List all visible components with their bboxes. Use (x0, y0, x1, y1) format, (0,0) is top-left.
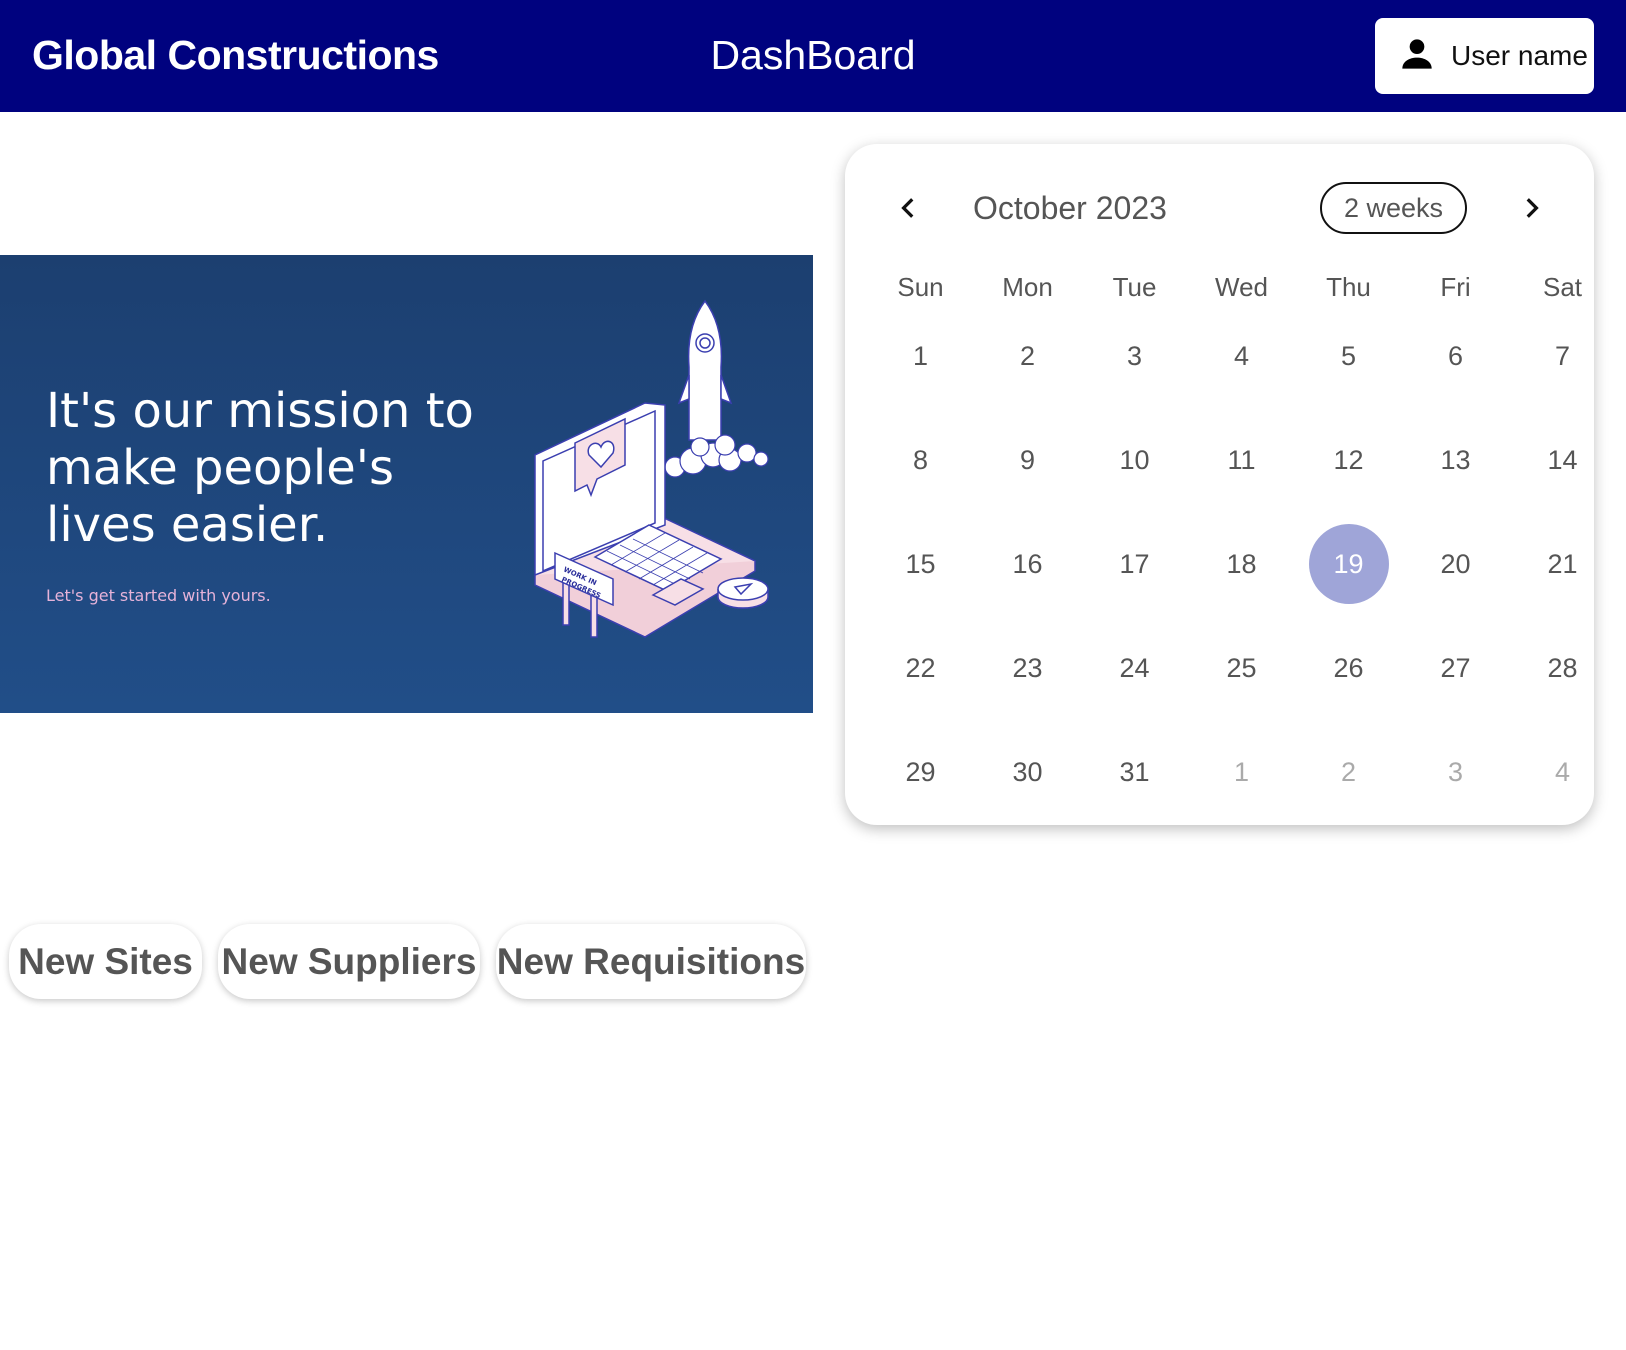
calendar-day[interactable]: 30 (988, 732, 1068, 812)
weekday-header: Tue (1112, 272, 1157, 302)
next-month-button[interactable] (1511, 188, 1551, 228)
calendar-day[interactable]: 5 (1309, 316, 1389, 396)
weekday-header: Thu (1326, 272, 1371, 302)
calendar-day[interactable]: 17 (1095, 524, 1175, 604)
new-suppliers-button[interactable]: New Suppliers (218, 924, 480, 999)
calendar-month-title: October 2023 (973, 190, 1167, 226)
calendar-day[interactable]: 21 (1523, 524, 1603, 604)
calendar-day[interactable]: 29 (881, 732, 961, 812)
weekday-header: Fri (1440, 272, 1471, 302)
calendar-day[interactable]: 13 (1416, 420, 1496, 500)
calendar-day[interactable]: 9 (988, 420, 1068, 500)
weekday-header: Wed (1215, 272, 1268, 302)
app-bar: Global Constructions DashBoard User name (0, 0, 1626, 112)
calendar-day[interactable]: 7 (1523, 316, 1603, 396)
user-button[interactable]: User name (1375, 18, 1594, 94)
laptop-rocket-illustration: WORK IN PROGRESS (533, 299, 769, 638)
previous-month-button[interactable] (889, 188, 929, 228)
banner-headline: It's our mission to make people's lives … (46, 383, 474, 553)
new-sites-button[interactable]: New Sites (9, 924, 202, 999)
person-icon (1395, 32, 1439, 81)
calendar-day[interactable]: 8 (881, 420, 961, 500)
calendar-day[interactable]: 10 (1095, 420, 1175, 500)
rocket-icon (677, 299, 733, 441)
calendar-day[interactable]: 1 (881, 316, 961, 396)
calendar-day[interactable]: 2 (988, 316, 1068, 396)
mission-banner: It's our mission to make people's lives … (0, 255, 813, 713)
calendar: October 2023 2 weeks Sun Mon Tue Wed Thu Fri S… (845, 144, 1594, 825)
calendar-day[interactable]: 22 (881, 628, 961, 708)
weekday-header: Sat (1542, 272, 1583, 302)
calendar-day[interactable]: 6 (1416, 316, 1496, 396)
chevron-left-icon (901, 198, 914, 218)
play-disc-icon (717, 577, 769, 609)
calendar-day[interactable]: 3 (1095, 316, 1175, 396)
calendar-day[interactable]: 23 (988, 628, 1068, 708)
calendar-day[interactable]: 3 (1416, 732, 1496, 812)
banner-subtitle: Let's get started with yours. (46, 586, 271, 605)
calendar-day-selected[interactable]: 19 (1308, 524, 1389, 604)
user-name-label: User name (1451, 40, 1588, 71)
calendar-day[interactable]: 11 (1202, 420, 1282, 500)
new-requisitions-button[interactable]: New Requisitions (496, 924, 806, 999)
chevron-right-icon (1526, 198, 1539, 218)
calendar-day[interactable]: 16 (988, 524, 1068, 604)
calendar-day[interactable]: 2 (1309, 732, 1389, 812)
weekday-header: Mon (1002, 272, 1053, 302)
calendar-day[interactable]: 4 (1523, 732, 1603, 812)
calendar-day[interactable]: 31 (1095, 732, 1175, 812)
calendar-day[interactable]: 14 (1523, 420, 1603, 500)
calendar-day[interactable]: 20 (1416, 524, 1496, 604)
calendar-day[interactable]: 4 (1202, 316, 1282, 396)
calendar-day[interactable]: 15 (881, 524, 961, 604)
calendar-day[interactable]: 12 (1309, 420, 1389, 500)
calendar-day[interactable]: 26 (1309, 628, 1389, 708)
calendar-day[interactable]: 24 (1095, 628, 1175, 708)
calendar-day[interactable]: 1 (1202, 732, 1282, 812)
calendar-day[interactable]: 18 (1202, 524, 1282, 604)
calendar-day[interactable]: 28 (1523, 628, 1603, 708)
cloud-icon (664, 434, 769, 478)
calendar-day[interactable]: 27 (1416, 628, 1496, 708)
weekday-header: Sun (897, 272, 944, 302)
calendar-format-button[interactable]: 2 weeks (1320, 182, 1467, 234)
calendar-day[interactable]: 25 (1202, 628, 1282, 708)
